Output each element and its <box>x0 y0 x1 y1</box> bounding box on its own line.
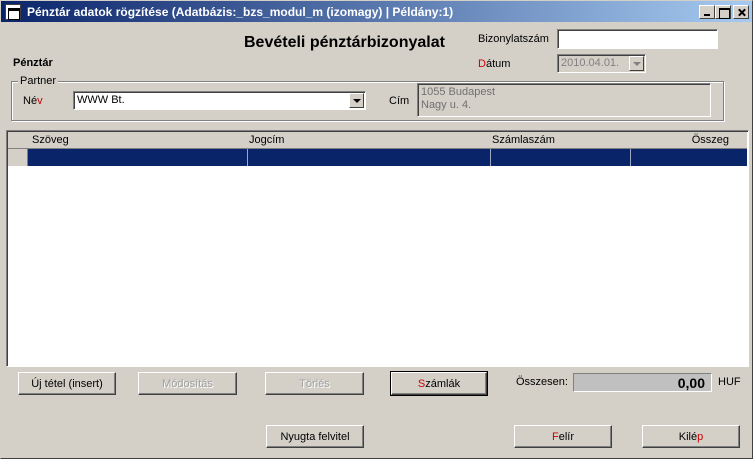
items-grid[interactable]: Szöveg Jogcím Számlaszám Összeg <box>6 130 749 367</box>
total-label: Összesen: <box>516 376 568 388</box>
partner-group-label: Partner <box>18 75 59 87</box>
app-window: Pénztár adatok rögzítése (Adatbázis:_bzs… <box>0 0 753 459</box>
total-value-field: 0,00 <box>573 373 712 392</box>
datum-chevron-down-icon[interactable] <box>629 56 644 71</box>
datum-label: Dátum <box>478 58 510 70</box>
nev-label-accel: v <box>37 95 43 107</box>
delete-button[interactable]: Törlés <box>265 372 364 395</box>
bizonylatszam-input[interactable] <box>557 29 718 49</box>
cim-label: Cím <box>389 95 410 107</box>
exit-accel: p <box>697 430 704 443</box>
maximize-button[interactable] <box>715 5 731 19</box>
col-head-szamlaszam[interactable]: Számlaszám <box>492 134 555 146</box>
document-heading: Bevételi pénztárbizonyalat <box>244 34 445 51</box>
col-head-osszeg[interactable]: Összeg <box>692 134 729 146</box>
save-button[interactable]: Felír <box>514 425 612 448</box>
bizonylatszam-value <box>558 28 564 44</box>
cell-divider <box>630 149 631 166</box>
add-item-button[interactable]: Új tétel (insert) <box>18 372 116 395</box>
bizonylatszam-label: Bizonylatszám <box>478 33 549 45</box>
save-accel: F <box>551 430 559 443</box>
penztar-section-label: Pénztár <box>13 57 53 69</box>
grid-header: Szöveg Jogcím Számlaszám Összeg <box>8 132 747 149</box>
save-label-rest: elír <box>558 430 574 443</box>
partner-address-field: 1055 Budapest Nagy u. 4. <box>417 83 711 117</box>
exit-label-first: Kilé <box>678 430 698 443</box>
modify-button[interactable]: Módosítás <box>138 372 237 395</box>
exit-button[interactable]: Kilé p <box>642 425 740 448</box>
window-title: Pénztár adatok rögzítése (Adatbázis:_bzs… <box>27 5 454 19</box>
minimize-button[interactable] <box>699 5 715 19</box>
col-head-jogcim[interactable]: Jogcím <box>249 134 284 146</box>
app-window-icon[interactable] <box>5 4 21 20</box>
datum-label-rest: átum <box>485 58 511 70</box>
cell-divider <box>247 149 248 166</box>
partner-address-value: 1055 Budapest Nagy u. 4. <box>421 86 496 111</box>
col-head-szoveg[interactable]: Szöveg <box>32 134 69 146</box>
nev-label: Név <box>23 95 43 107</box>
datum-label-accel: D <box>478 58 486 70</box>
invoices-label-rest: zámlák <box>425 377 461 390</box>
datum-dropdown[interactable]: 2010.04.01. <box>557 54 646 73</box>
partner-chevron-down-icon[interactable] <box>349 93 364 108</box>
close-button[interactable] <box>733 5 749 19</box>
invoices-accel: S <box>417 377 426 390</box>
nev-label-first: Né <box>23 95 38 107</box>
partner-name-dropdown[interactable]: WWW Bt. <box>73 91 366 110</box>
currency-label: HUF <box>718 376 741 388</box>
cell-divider <box>490 149 491 166</box>
total-value: 0,00 <box>677 375 705 391</box>
datum-value: 2010.04.01. <box>561 57 620 69</box>
invoices-button[interactable]: Számlák <box>390 371 488 396</box>
receipt-entry-button[interactable]: Nyugta felvitel <box>266 425 364 448</box>
row-indicator[interactable] <box>8 149 28 166</box>
partner-name-value: WWW Bt. <box>77 94 125 106</box>
title-bar[interactable]: Pénztár adatok rögzítése (Adatbázis:_bzs… <box>1 1 752 22</box>
table-row[interactable] <box>8 149 747 166</box>
